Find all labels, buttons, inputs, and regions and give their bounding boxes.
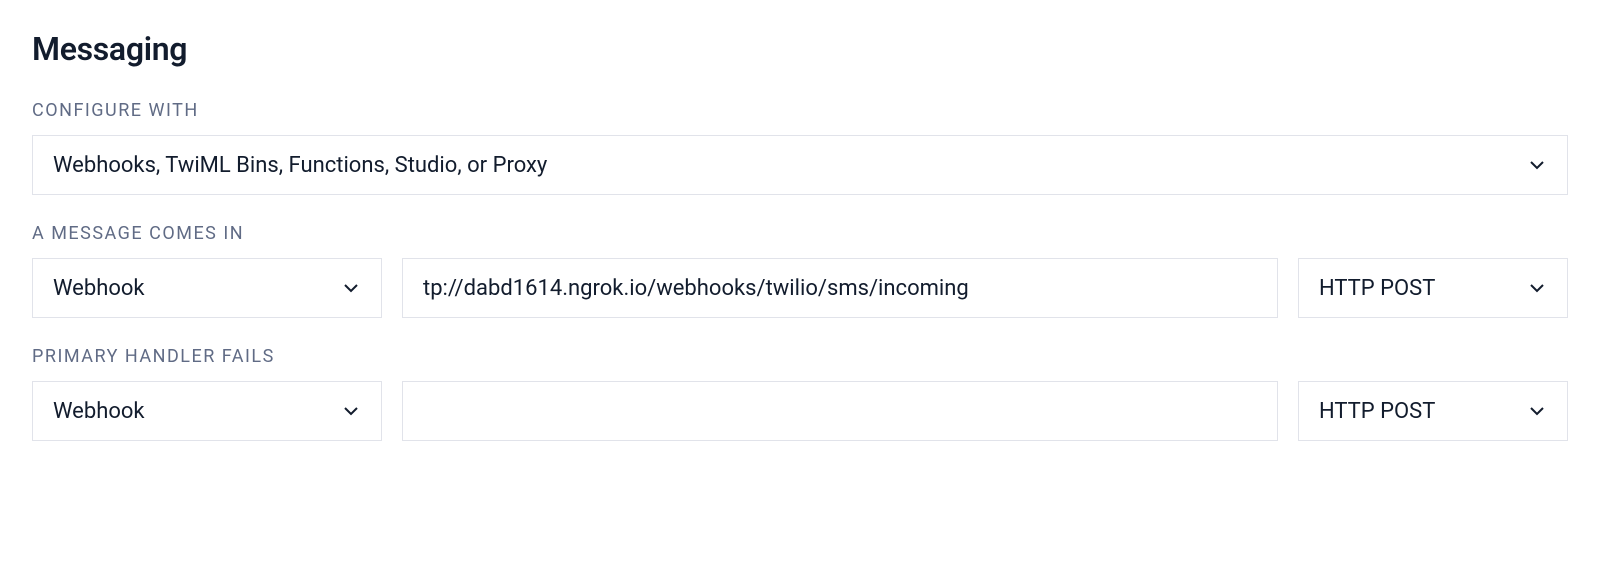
- primary-handler-fails-label: PRIMARY HANDLER FAILS: [32, 346, 1568, 367]
- primary-handler-fails-url-input[interactable]: [402, 381, 1278, 441]
- message-comes-in-method-select[interactable]: HTTP POST: [1298, 258, 1568, 318]
- chevron-down-icon: [341, 401, 361, 421]
- chevron-down-icon: [1527, 155, 1547, 175]
- message-comes-in-url-input[interactable]: [402, 258, 1278, 318]
- primary-handler-fails-field: PRIMARY HANDLER FAILS Webhook HTTP POST: [32, 346, 1568, 441]
- chevron-down-icon: [1527, 278, 1547, 298]
- message-comes-in-type-value: Webhook: [53, 276, 331, 301]
- configure-with-label: CONFIGURE WITH: [32, 100, 1568, 121]
- message-comes-in-label: A MESSAGE COMES IN: [32, 223, 1568, 244]
- chevron-down-icon: [1527, 401, 1547, 421]
- configure-with-select[interactable]: Webhooks, TwiML Bins, Functions, Studio,…: [32, 135, 1568, 195]
- message-comes-in-field: A MESSAGE COMES IN Webhook HTTP POST: [32, 223, 1568, 318]
- primary-handler-fails-type-select[interactable]: Webhook: [32, 381, 382, 441]
- chevron-down-icon: [341, 278, 361, 298]
- primary-handler-fails-type-value: Webhook: [53, 399, 331, 424]
- primary-handler-fails-method-select[interactable]: HTTP POST: [1298, 381, 1568, 441]
- section-title: Messaging: [32, 30, 1568, 68]
- message-comes-in-method-value: HTTP POST: [1319, 276, 1517, 301]
- message-comes-in-type-select[interactable]: Webhook: [32, 258, 382, 318]
- configure-with-value: Webhooks, TwiML Bins, Functions, Studio,…: [53, 153, 1517, 178]
- configure-with-field: CONFIGURE WITH Webhooks, TwiML Bins, Fun…: [32, 100, 1568, 195]
- primary-handler-fails-method-value: HTTP POST: [1319, 399, 1517, 424]
